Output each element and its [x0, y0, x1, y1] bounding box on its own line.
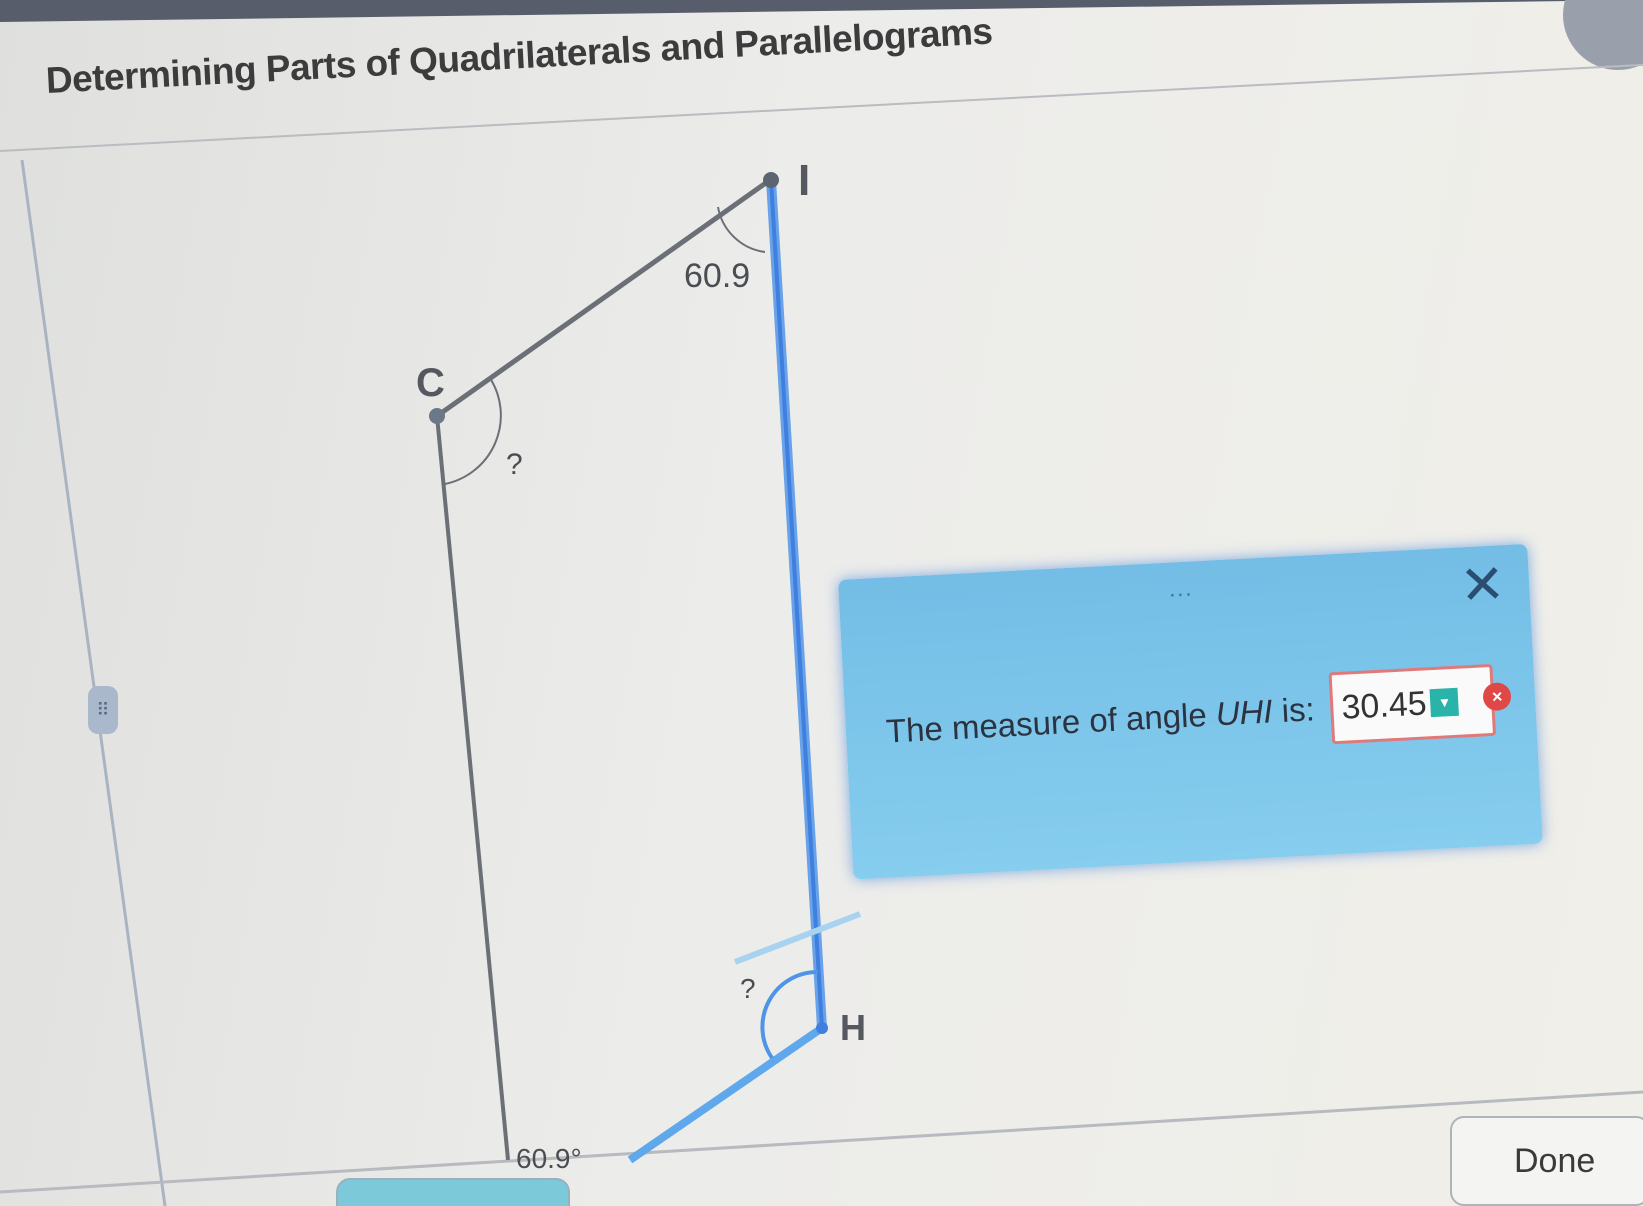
workspace-left-border [20, 159, 167, 1206]
x-circle-icon[interactable]: × [1482, 681, 1512, 712]
close-icon[interactable]: ✕ [1458, 554, 1506, 616]
prompt-prefix: The measure of angle [885, 695, 1217, 750]
vertex-i-point[interactable] [763, 172, 779, 188]
bottom-tab[interactable] [336, 1178, 570, 1206]
angle-label-c: ? [506, 448, 523, 481]
ray-hu[interactable] [733, 911, 862, 965]
vertex-label-h: H [840, 1007, 866, 1048]
angle-label-i: 60.9 [684, 257, 750, 295]
workspace-bottom-border [0, 1090, 1643, 1194]
popup-menu-dots[interactable]: ... [1168, 575, 1194, 602]
page: Determining Parts of Quadrilaterals and … [0, 0, 1643, 1206]
vertex-c-point[interactable] [429, 408, 445, 424]
segment-h-bottom[interactable] [627, 1024, 825, 1164]
segment-c-bottom[interactable] [435, 415, 510, 1161]
prompt-suffix: is: [1271, 690, 1316, 730]
answer-input[interactable]: 30.45 ▾ × [1328, 663, 1512, 745]
chevron-down-icon[interactable]: ▾ [1429, 687, 1460, 718]
vertex-h-point[interactable] [816, 1022, 828, 1034]
prompt-angle-name: UHI [1214, 692, 1274, 733]
grip-dots-icon[interactable]: ⠿ [88, 686, 118, 734]
done-button[interactable]: Done [1450, 1116, 1643, 1206]
prompt-text: The measure of angle UHI is: [885, 690, 1316, 750]
answer-popup: ... ✕ The measure of angle UHI is: 30.45… [838, 543, 1543, 880]
prompt-row: The measure of angle UHI is: 30.45 ▾ × [884, 663, 1512, 768]
vertex-label-c: C [416, 361, 445, 405]
angle-arc-c [444, 377, 502, 485]
angle-label-h: ? [740, 973, 756, 1004]
answer-value[interactable]: 30.45 [1341, 684, 1428, 727]
segment-ih-core [769, 179, 824, 1029]
vertex-label-i: I [798, 156, 810, 205]
angle-label-bottom: 60.9° [516, 1143, 582, 1174]
